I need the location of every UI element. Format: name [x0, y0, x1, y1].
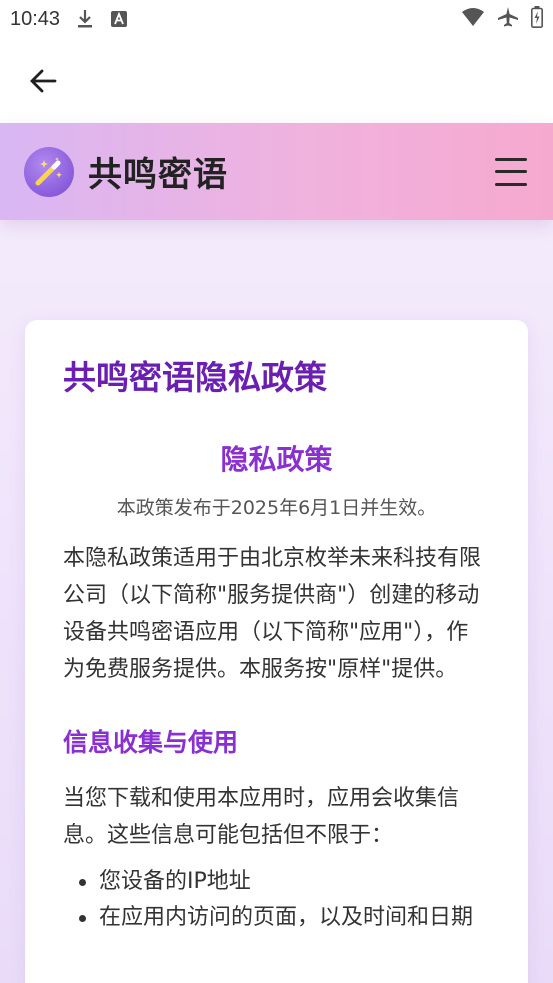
- policy-card: 共鸣密语隐私政策 隐私政策 本政策发布于2025年6月1日并生效。 本隐私政策适…: [25, 320, 528, 983]
- magic-wand-icon: [24, 146, 74, 197]
- site-header: 共鸣密语: [0, 123, 553, 220]
- section-title-info-collection: 信息收集与使用: [63, 728, 239, 757]
- wifi-icon: [461, 7, 485, 32]
- list-item: 您设备的IP地址: [75, 864, 490, 900]
- app-bar: [0, 38, 553, 123]
- list-item: 在应用内访问的页面，以及时间和日期: [75, 900, 490, 936]
- status-bar: 10:43: [0, 0, 553, 38]
- intro-paragraph: 本隐私政策适用于由北京枚举未来科技有限公司（以下简称"服务提供商"）创建的移动设…: [63, 546, 482, 682]
- hamburger-menu-icon: [495, 157, 527, 161]
- airplane-icon: [497, 6, 519, 33]
- arrow-left-icon: [30, 69, 57, 92]
- policy-subtitle: 隐私政策: [220, 443, 333, 476]
- battery-icon: [531, 5, 543, 33]
- effective-date: 本政策发布于2025年6月1日并生效。: [116, 497, 437, 519]
- menu-button[interactable]: [495, 157, 527, 186]
- section-paragraph: 当您下载和使用本应用时，应用会收集信息。这些信息可能包括但不限于：: [63, 786, 460, 848]
- font-icon: [110, 10, 128, 28]
- status-right-icons: [461, 5, 543, 33]
- status-time: 10:43: [10, 7, 61, 30]
- page-title: 共鸣密语隐私政策: [63, 358, 327, 397]
- brand-title[interactable]: 共鸣密语: [88, 147, 228, 196]
- info-list: 您设备的IP地址 在应用内访问的页面，以及时间和日期: [63, 864, 490, 936]
- back-button[interactable]: [26, 64, 60, 98]
- download-icon: [76, 9, 94, 29]
